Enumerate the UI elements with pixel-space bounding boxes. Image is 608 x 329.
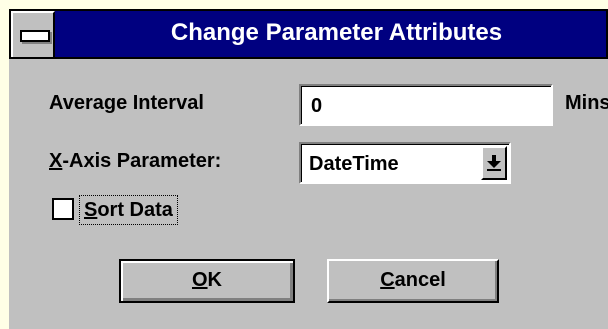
ok-label-text: K [207, 269, 222, 291]
average-interval-unit: Mins [565, 92, 608, 114]
xaxis-parameter-select[interactable]: DateTime [299, 142, 511, 184]
system-menu-button[interactable] [11, 11, 55, 57]
system-menu-icon [20, 30, 50, 42]
xaxis-label-text: -Axis Parameter: [62, 150, 222, 172]
sort-label-text: ort Data [97, 199, 173, 221]
dialog-title: Change Parameter Attributes [170, 19, 503, 46]
cancel-button[interactable]: Cancel [327, 259, 499, 303]
average-interval-value: 0 [311, 95, 323, 117]
sort-mnemonic: S [84, 199, 98, 221]
ok-mnemonic: O [191, 269, 208, 291]
sort-data-label[interactable]: Sort Data [79, 195, 178, 225]
sort-data-checkbox[interactable] [52, 198, 74, 220]
xaxis-selected-value: DateTime [309, 153, 399, 175]
dropdown-button[interactable] [481, 146, 507, 180]
average-interval-label: Average Interval [49, 92, 204, 114]
dropdown-arrow-icon [487, 155, 501, 171]
dialog-window: Change Parameter Attributes Average Inte… [0, 0, 608, 329]
title-bar[interactable]: Change Parameter Attributes [9, 9, 608, 59]
cancel-label-text: ancel [394, 269, 446, 291]
cancel-mnemonic: C [380, 269, 395, 291]
average-interval-input[interactable]: 0 [299, 84, 553, 126]
ok-button[interactable]: OK [119, 259, 295, 303]
xaxis-mnemonic: X [49, 150, 63, 172]
xaxis-parameter-label: X-Axis Parameter: [49, 149, 221, 173]
